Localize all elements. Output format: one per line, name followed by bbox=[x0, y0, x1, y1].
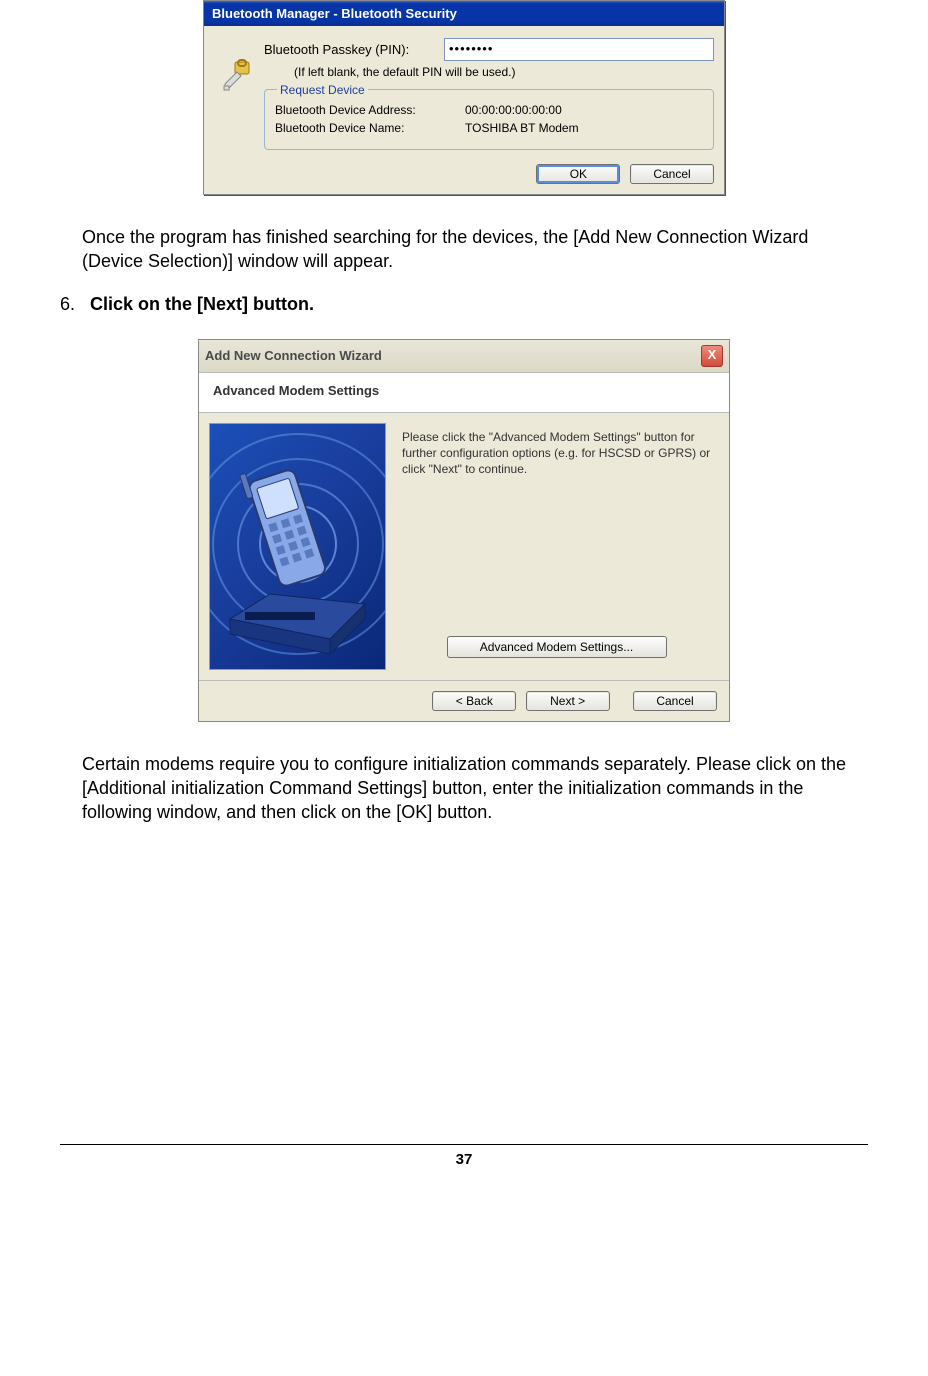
passkey-input[interactable]: •••••••• bbox=[444, 38, 714, 61]
add-new-connection-wizard-dialog: Add New Connection Wizard X Advanced Mod… bbox=[198, 339, 730, 722]
key-lock-icon bbox=[214, 38, 264, 150]
group-legend: Request Device bbox=[277, 83, 368, 97]
device-address-label: Bluetooth Device Address: bbox=[275, 103, 465, 117]
device-name-label: Bluetooth Device Name: bbox=[275, 121, 465, 135]
ok-button[interactable]: OK bbox=[536, 164, 620, 184]
step-6: 6. Click on the [Next] button. bbox=[60, 294, 868, 315]
dialog-titlebar: Bluetooth Manager - Bluetooth Security bbox=[204, 1, 724, 26]
paragraph-after-dialog2: Certain modems require you to configure … bbox=[82, 752, 868, 825]
next-button[interactable]: Next > bbox=[526, 691, 610, 711]
step-text: Click on the [Next] button. bbox=[90, 294, 314, 315]
cancel-button[interactable]: Cancel bbox=[633, 691, 717, 711]
wizard-illustration bbox=[209, 423, 386, 670]
wizard-header: Advanced Modem Settings bbox=[199, 373, 729, 413]
step-number: 6. bbox=[60, 294, 90, 315]
close-icon[interactable]: X bbox=[701, 345, 723, 367]
page-number: 37 bbox=[60, 1144, 868, 1168]
paragraph-after-dialog1: Once the program has finished searching … bbox=[82, 225, 868, 274]
passkey-hint: (If left blank, the default PIN will be … bbox=[294, 65, 714, 79]
device-address-value: 00:00:00:00:00:00 bbox=[465, 103, 562, 117]
cancel-button[interactable]: Cancel bbox=[630, 164, 714, 184]
wizard-title: Add New Connection Wizard bbox=[205, 348, 382, 363]
passkey-label: Bluetooth Passkey (PIN): bbox=[264, 42, 444, 57]
bluetooth-security-dialog: Bluetooth Manager - Bluetooth Security B… bbox=[203, 0, 725, 195]
wizard-titlebar: Add New Connection Wizard X bbox=[199, 340, 729, 373]
device-name-value: TOSHIBA BT Modem bbox=[465, 121, 579, 135]
wizard-instruction: Please click the "Advanced Modem Setting… bbox=[402, 429, 711, 478]
dialog-title: Bluetooth Manager - Bluetooth Security bbox=[212, 6, 457, 21]
request-device-group: Request Device Bluetooth Device Address:… bbox=[264, 89, 714, 150]
back-button[interactable]: < Back bbox=[432, 691, 516, 711]
advanced-modem-settings-button[interactable]: Advanced Modem Settings... bbox=[447, 636, 667, 658]
